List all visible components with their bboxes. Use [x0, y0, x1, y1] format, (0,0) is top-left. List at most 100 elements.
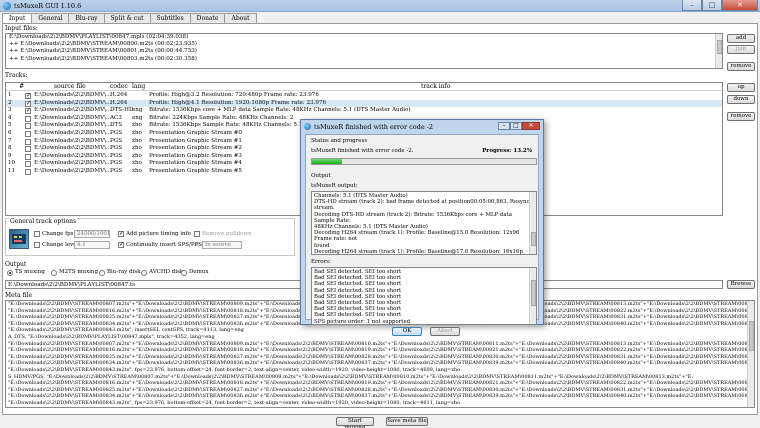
input-scrollbar[interactable]: [715, 34, 722, 68]
track-lang: zho: [132, 168, 142, 174]
remove-file-button[interactable]: remove: [727, 62, 755, 71]
track-num: 8: [8, 145, 12, 152]
at-select[interactable]: In source: [202, 241, 242, 249]
remove-pulldown-checkbox[interactable]: [194, 231, 200, 237]
track-enable-checkbox[interactable]: [25, 138, 31, 145]
dialog-minimize-button[interactable]: –: [498, 122, 510, 130]
track-source: E:\Downloads\2\2\BDMV\...: [34, 92, 112, 98]
track-enable-checkbox[interactable]: [25, 100, 31, 107]
start-muxing-button[interactable]: Start muxing: [336, 417, 374, 428]
blu-ray-disk-radio[interactable]: [99, 270, 105, 276]
col-codec: codec: [110, 83, 128, 90]
track-lang: eng: [132, 107, 143, 114]
track-enable-checkbox[interactable]: [25, 123, 31, 130]
track-source: E:\Downloads\2\2\BDMV\...: [34, 122, 112, 129]
remove-track-button[interactable]: remove: [727, 112, 755, 121]
list-item[interactable]: ++ E:\Downloads\2\2\BDMV\STREAM\00803.m2…: [6, 56, 722, 63]
track-enable-checkbox[interactable]: [25, 107, 31, 115]
track-num: 10: [8, 160, 16, 167]
change-fps-checkbox[interactable]: [34, 231, 40, 237]
add-timing-checkbox[interactable]: [118, 230, 124, 237]
progress-fill: [312, 159, 342, 164]
track-enable-checkbox[interactable]: [25, 146, 31, 153]
track-enable-checkbox[interactable]: [25, 115, 31, 122]
meta-line: "E:\Downloads\2\2\BDMV\STREAM\00825.m2ts…: [8, 386, 755, 393]
meta-file-label: Meta file: [5, 292, 33, 299]
abort-button[interactable]: Abort: [430, 327, 460, 336]
save-meta-file-button[interactable]: Save meta file: [386, 417, 428, 426]
table-row[interactable]: 3 E:\Downloads\2\2\BDMV\...DTS-HDeng Bitra…: [6, 107, 722, 115]
output-group-label: Output: [311, 173, 331, 179]
track-source: E:\Downloads\2\2\BDMV\...: [34, 160, 112, 167]
video-track-icon: [9, 229, 29, 249]
errors-log-scrollbar[interactable]: [529, 268, 536, 324]
join-button[interactable]: join: [727, 45, 755, 54]
track-enable-checkbox[interactable]: [25, 131, 31, 137]
meta-line: "E:\Downloads\2\2\BDMV\STREAM\00834.m2ts…: [8, 360, 755, 367]
finished-dialog: tsMuxeR finished with error code -2 – □ …: [300, 119, 544, 336]
browse-button[interactable]: Browse: [727, 280, 755, 289]
track-source: E:\Downloads\2\2\BDMV\...: [34, 152, 112, 159]
track-num: 6: [8, 130, 12, 136]
title-bar: tsMuxeR GUI 1.10.6 – □ ✕: [0, 0, 760, 12]
meta-line: "E:\Downloads\2\2\BDMV\STREAM\00816.m2ts…: [8, 347, 755, 354]
output-log[interactable]: Channels: 5.1 (DTS Master Audio) DTS-HD s…: [311, 191, 537, 255]
dialog-maximize-button[interactable]: □: [510, 122, 522, 130]
demux-radio[interactable]: [181, 270, 187, 276]
level-select[interactable]: 4.1: [74, 241, 110, 249]
tab-donate[interactable]: Donate: [189, 13, 226, 23]
list-item[interactable]: ++ E:\Downloads\2\2\BDMV\STREAM\00801.m2…: [6, 48, 722, 55]
col-track-info: track info: [421, 83, 451, 90]
status-label: Status and progress: [311, 138, 368, 144]
track-enable-checkbox[interactable]: [25, 92, 31, 100]
track-codec: H.264: [110, 92, 128, 98]
track-enable-checkbox[interactable]: [25, 153, 31, 160]
track-info: Profile: High@3.2 Resolution: 720:480p F…: [149, 92, 319, 98]
main-tabs: Input General Blu-ray Split & cut Subtit…: [2, 13, 257, 24]
window-title: tsMuxeR GUI 1.10.6: [14, 2, 82, 10]
output-log-line: Decoding H264 stream (track 1): Profile:…: [314, 248, 523, 255]
col-lang: lang: [132, 83, 146, 90]
m2ts-muxing-radio[interactable]: [51, 270, 57, 276]
insert-sps-checkbox[interactable]: [118, 241, 124, 248]
meta-line: "E:\Downloads\2\2\BDMV\STREAM\00843.m2ts…: [8, 399, 461, 406]
tab-subtitles[interactable]: Subtitles: [149, 13, 191, 23]
tab-split-cut[interactable]: Split & cut: [103, 13, 151, 23]
up-button[interactable]: up: [727, 83, 755, 92]
tab-about[interactable]: About: [224, 13, 257, 23]
dialog-app-icon: [304, 123, 311, 130]
track-info: Presentation Graphic Stream #4: [149, 160, 242, 167]
meta-line: "E:\Downloads\2\2\BDMV\STREAM\00825.m2ts…: [8, 353, 755, 360]
track-source: E:\Downloads\2\2\BDMV\...: [34, 114, 112, 121]
remove-pulldown-label: Remove pulldown: [202, 231, 252, 237]
track-codec: H.264: [110, 99, 128, 106]
meta-scrollbar[interactable]: [747, 301, 754, 407]
down-button[interactable]: down: [727, 95, 755, 104]
track-enable-checkbox[interactable]: [25, 169, 31, 175]
tab-blu-ray[interactable]: Blu-ray: [68, 13, 105, 23]
ok-button[interactable]: OK: [392, 327, 422, 336]
add-button[interactable]: add: [727, 34, 755, 43]
fps-select[interactable]: 24000/1001: [74, 230, 110, 238]
col-source: source file: [54, 83, 86, 90]
maximize-button[interactable]: □: [702, 0, 722, 11]
output-mode-group: TS muxing M2TS muxing Blu-ray disk AVCHD…: [5, 268, 305, 278]
errors-log[interactable]: Bad SEI detected. SEI too short Bad SEI d…: [311, 267, 537, 325]
track-info: Presentation Graphic Stream #2: [149, 145, 242, 152]
table-row[interactable]: 1 E:\Downloads\2\2\BDMV\...H.264 Profile: …: [6, 92, 722, 100]
output-log-scrollbar[interactable]: [529, 192, 536, 254]
input-files-list[interactable]: E:\Downloads\2\2\BDMV\PLAYLIST\00847.mpl…: [5, 33, 723, 69]
tab-general[interactable]: General: [31, 13, 70, 23]
avchd-disk-radio[interactable]: [141, 270, 147, 276]
track-source: E:\Downloads\2\2\BDMV\...: [34, 130, 112, 136]
track-num: 11: [8, 168, 16, 174]
change-level-checkbox[interactable]: [34, 242, 40, 248]
ts-muxing-radio[interactable]: [7, 270, 13, 276]
avchd-disk-label: AVCHD disk: [149, 269, 184, 275]
close-button[interactable]: ✕: [722, 0, 758, 11]
ts-muxing-label: TS muxing: [15, 269, 45, 275]
track-enable-checkbox[interactable]: [25, 161, 31, 168]
minimize-button[interactable]: –: [682, 0, 702, 11]
dialog-close-button[interactable]: ✕: [522, 122, 540, 130]
track-source: E:\Downloads\2\2\BDMV\...: [34, 107, 112, 114]
